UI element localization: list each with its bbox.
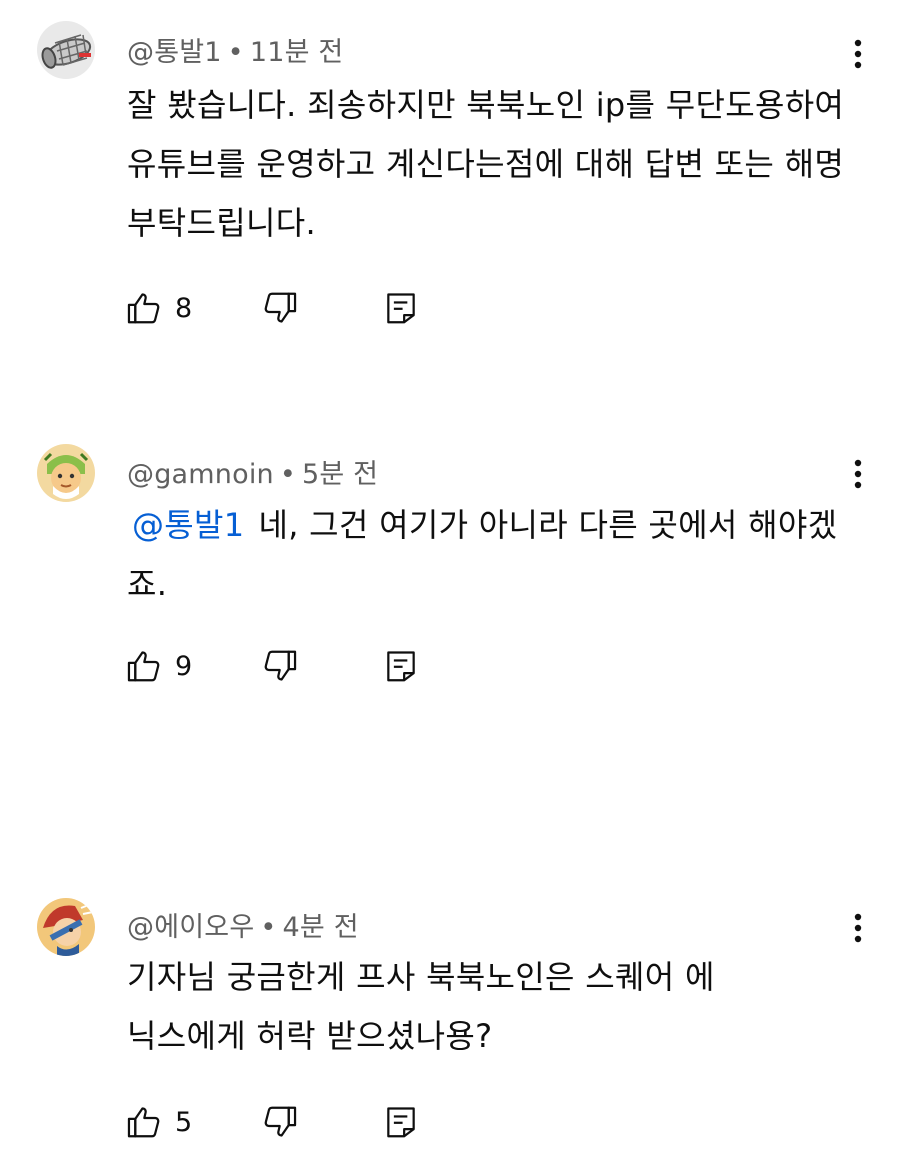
- comment-timestamp[interactable]: 5분 전: [302, 459, 378, 490]
- comment-actions: 9: [125, 646, 445, 686]
- mention-link[interactable]: @통발1: [132, 506, 244, 544]
- thumbs-up-icon: [127, 1107, 160, 1138]
- comment-author[interactable]: @gamnoin: [127, 459, 274, 490]
- reply-button[interactable]: [382, 646, 420, 686]
- comment-meta: @에이오우 • 4분 전: [127, 905, 359, 944]
- thumbs-up-icon: [127, 293, 160, 324]
- dislike-button[interactable]: [261, 646, 299, 686]
- like-button[interactable]: 8: [125, 288, 192, 328]
- fish-trap-avatar-icon: [37, 21, 95, 79]
- comment-author[interactable]: @통발1: [127, 37, 222, 68]
- avatar[interactable]: [37, 898, 95, 956]
- like-count: 9: [175, 650, 193, 682]
- more-actions-button[interactable]: [838, 452, 878, 496]
- more-vertical-icon: [854, 459, 862, 489]
- comment-text: 잘 봤습니다. 죄송하지만 북북노인 ip를 무단도용하여 유튜브를 운영하고 …: [127, 86, 845, 242]
- comment-item: @에이오우 • 4분 전 기자님 궁금한게 프사 북북노인은 스퀘어 에닉스에게 허…: [0, 885, 900, 1155]
- comment-text: 기자님 궁금한게 프사 북북노인은 스퀘어 에닉스에게 허락 받으셨나용?: [127, 958, 715, 1055]
- character-avatar-icon: [37, 898, 95, 956]
- more-actions-button[interactable]: [838, 32, 878, 76]
- comment-item: @gamnoin • 5분 전 @통발1 네, 그건 여기가 아니라 다른 곳에서 해…: [0, 430, 900, 730]
- more-vertical-icon: [854, 913, 862, 943]
- avatar[interactable]: [37, 444, 95, 502]
- comment-timestamp[interactable]: 11분 전: [250, 37, 344, 68]
- meta-separator: •: [279, 459, 296, 490]
- thumbs-down-icon: [264, 650, 297, 681]
- avatar[interactable]: [37, 21, 95, 79]
- comment-meta: @gamnoin • 5분 전: [127, 452, 378, 491]
- reply-button[interactable]: [382, 1102, 420, 1142]
- comment-timestamp[interactable]: 4분 전: [283, 912, 359, 943]
- character-avatar-icon: [37, 444, 95, 502]
- meta-separator: •: [260, 912, 277, 943]
- reply-comment-icon: [387, 1107, 415, 1138]
- comment-actions: 5: [125, 1102, 445, 1142]
- comment-item: @통발1 • 11분 전 잘 봤습니다. 죄송하지만 북북노인 ip를 무단도용하여…: [0, 0, 900, 360]
- dislike-button[interactable]: [261, 1102, 299, 1142]
- comment-body: @통발1 네, 그건 여기가 아니라 다른 곳에서 해야겠죠.: [127, 496, 867, 614]
- more-actions-button[interactable]: [838, 906, 878, 950]
- comment-author[interactable]: @에이오우: [127, 912, 254, 943]
- thumbs-up-icon: [127, 651, 160, 682]
- comment-meta: @통발1 • 11분 전: [127, 30, 343, 69]
- like-count: 5: [175, 1106, 193, 1138]
- more-vertical-icon: [854, 39, 862, 69]
- reply-comment-icon: [387, 651, 415, 682]
- like-count: 8: [175, 292, 193, 324]
- comment-actions: 8: [125, 288, 445, 328]
- thumbs-down-icon: [264, 1106, 297, 1137]
- reply-comment-icon: [387, 293, 415, 324]
- dislike-button[interactable]: [261, 288, 299, 328]
- reply-button[interactable]: [382, 288, 420, 328]
- thumbs-down-icon: [264, 292, 297, 323]
- like-button[interactable]: 5: [125, 1102, 192, 1142]
- meta-separator: •: [227, 37, 244, 68]
- like-button[interactable]: 9: [125, 646, 192, 686]
